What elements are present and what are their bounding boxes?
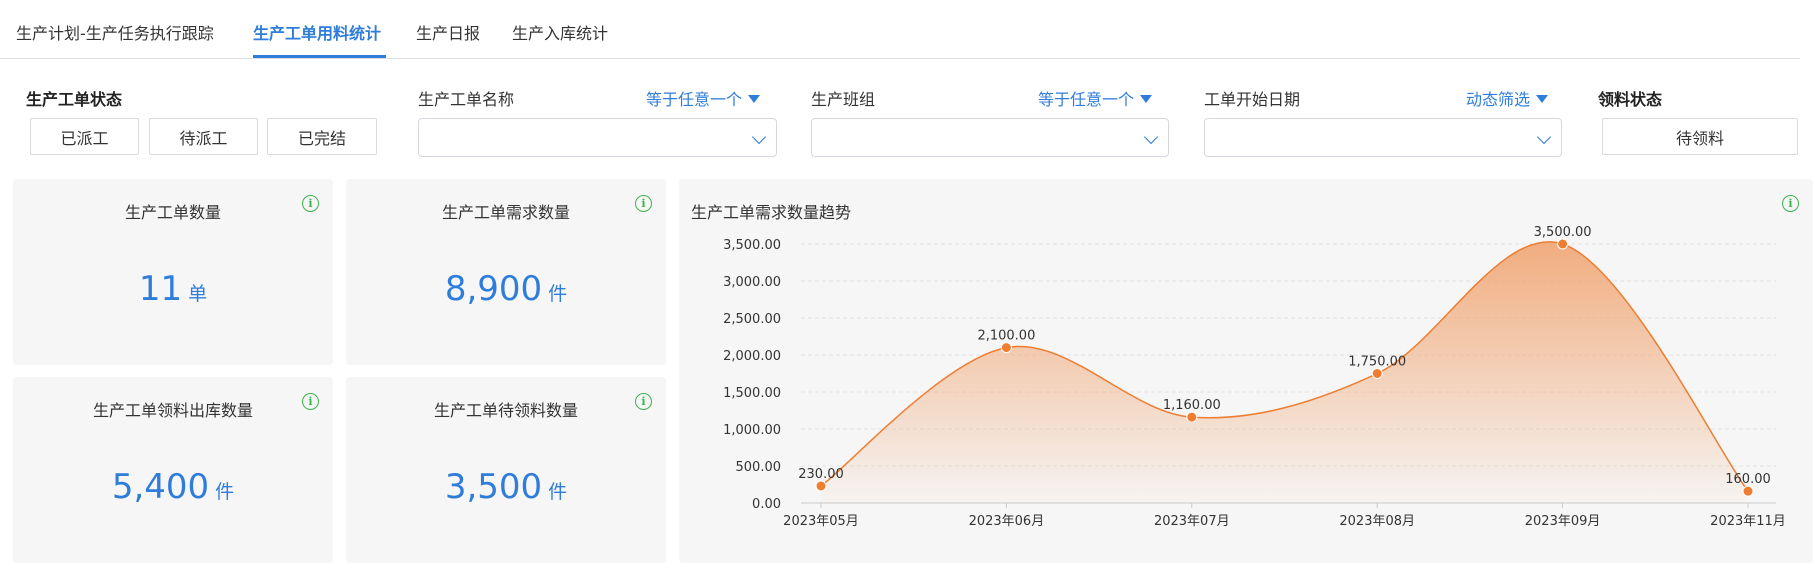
production-team-mode-label: 等于任意一个 [1038, 90, 1135, 109]
x-tick-label: 2023年11月 [1710, 514, 1786, 529]
data-point [1000, 342, 1012, 354]
trend-chart-card: 生产工单需求数量趋势 i 0.00 500.00 1,000.00 1,500.00 2… [679, 179, 1813, 563]
filter-label-work-order-name: 生产工单名称 [418, 90, 515, 109]
production-team-select[interactable] [811, 118, 1169, 157]
status-dispatched-button[interactable]: 已派工 [30, 118, 139, 155]
data-label: 1,750.00 [1348, 355, 1406, 370]
card-value-number: 11 [138, 269, 183, 309]
start-date-select[interactable] [1204, 118, 1562, 157]
tab-work-order-material-stats[interactable]: 生产工单用料统计 [253, 20, 381, 44]
data-label: 2,100.00 [977, 329, 1035, 344]
data-point [815, 480, 827, 492]
card-value-unit: 件 [215, 481, 235, 503]
card-value-number: 8,900 [444, 269, 543, 309]
y-tick-label: 3,000.00 [723, 275, 781, 290]
y-tick-label: 0.00 [752, 497, 781, 512]
card-value-number: 3,500 [444, 467, 543, 507]
info-icon[interactable]: i [635, 393, 652, 410]
filter-label-work-order-status: 生产工单状态 [26, 90, 123, 109]
tab-bar: 生产计划-生产任务执行跟踪 生产工单用料统计 生产日报 生产入库统计 [0, 0, 1800, 59]
x-tick-label: 2023年07月 [1154, 514, 1230, 529]
chevron-down-icon [1143, 129, 1159, 145]
tab-production-warehousing-stats[interactable]: 生产入库统计 [512, 20, 608, 44]
card-title: 生产工单需求数量 [441, 203, 570, 222]
data-point [1557, 238, 1569, 250]
card-value-unit: 件 [548, 481, 568, 503]
kpi-card-work-order-count: 生产工单数量 i 11 单 [13, 179, 333, 365]
card-value: 5,400 件 [13, 467, 333, 507]
card-value: 11 单 [13, 269, 333, 309]
work-order-name-mode-dropdown[interactable]: 等于任意一个 [646, 86, 761, 110]
data-label: 230.00 [798, 467, 844, 482]
start-date-mode-label: 动态筛选 [1466, 90, 1531, 109]
filter-label-material-status: 领料状态 [1598, 90, 1663, 109]
y-tick-label: 500.00 [736, 460, 782, 475]
y-tick-label: 1,000.00 [723, 423, 781, 438]
data-label: 3,500.00 [1534, 225, 1592, 240]
x-tick-label: 2023年05月 [783, 514, 859, 529]
production-team-mode-dropdown[interactable]: 等于任意一个 [1038, 86, 1153, 110]
y-tick-label: 2,000.00 [723, 349, 781, 364]
y-tick-label: 2,500.00 [723, 312, 781, 327]
data-point [1186, 411, 1198, 423]
data-point [1371, 368, 1383, 379]
work-order-name-select[interactable] [418, 118, 777, 157]
kpi-card-demand-quantity: 生产工单需求数量 i 8,900 件 [346, 179, 666, 365]
caret-down-icon [748, 95, 761, 103]
chevron-down-icon [1536, 129, 1552, 145]
caret-down-icon [1140, 95, 1153, 103]
demand-trend-chart: 0.00 500.00 1,000.00 1,500.00 2,000.00 2,500.… [723, 225, 1786, 529]
info-icon[interactable]: i [635, 195, 652, 212]
info-icon[interactable]: i [302, 393, 319, 410]
info-icon[interactable]: i [302, 195, 319, 212]
tab-production-plan-tracking[interactable]: 生产计划-生产任务执行跟踪 [16, 20, 214, 44]
x-tick-label: 2023年08月 [1339, 514, 1415, 529]
card-title: 生产工单待领料数量 [433, 401, 578, 420]
card-value-unit: 件 [548, 283, 568, 305]
material-pending-button[interactable]: 待领料 [1602, 118, 1798, 155]
kpi-card-material-issued-quantity: 生产工单领料出库数量 i 5,400 件 [13, 377, 333, 563]
chevron-down-icon [751, 129, 767, 145]
card-value: 3,500 件 [346, 467, 666, 507]
x-tick-label: 2023年09月 [1525, 514, 1601, 529]
card-value: 8,900 件 [346, 269, 666, 309]
card-value-number: 5,400 [111, 467, 210, 507]
card-title: 生产工单数量 [124, 203, 221, 222]
filter-label-production-team: 生产班组 [811, 90, 876, 109]
y-tick-label: 3,500.00 [723, 238, 781, 253]
card-value-unit: 单 [188, 283, 208, 305]
data-label: 160.00 [1725, 472, 1771, 487]
work-order-name-mode-label: 等于任意一个 [646, 90, 743, 109]
status-completed-button[interactable]: 已完结 [267, 118, 377, 155]
data-label: 1,160.00 [1163, 398, 1221, 413]
caret-down-icon [1536, 95, 1549, 103]
active-tab-indicator [253, 55, 386, 58]
status-pending-dispatch-button[interactable]: 待派工 [149, 118, 258, 155]
filter-label-start-date: 工单开始日期 [1204, 90, 1301, 109]
y-tick-label: 1,500.00 [723, 386, 781, 401]
kpi-card-pending-material-quantity: 生产工单待领料数量 i 3,500 件 [346, 377, 666, 563]
data-point [1742, 485, 1754, 497]
x-tick-label: 2023年06月 [969, 514, 1045, 529]
start-date-mode-dropdown[interactable]: 动态筛选 [1466, 86, 1549, 110]
card-title: 生产工单领料出库数量 [92, 401, 253, 420]
tab-production-daily-report[interactable]: 生产日报 [416, 20, 480, 44]
